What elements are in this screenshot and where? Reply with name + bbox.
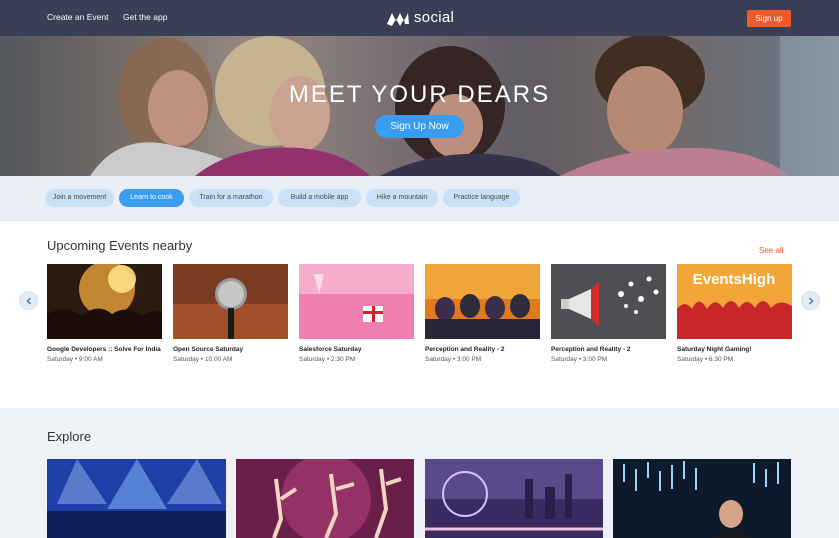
explore-tile-speaker[interactable] xyxy=(613,459,791,538)
logo-mark-icon xyxy=(387,12,409,26)
event-card[interactable]: EventsHigh Saturday Night Gaming! Saturd… xyxy=(677,264,792,363)
event-time: 3:00 PM xyxy=(456,356,482,363)
top-navigation-bar: Create an Event Get the app social Sign … xyxy=(0,0,839,36)
get-app-link[interactable]: Get the app xyxy=(123,12,167,22)
event-time: 6:30 PM xyxy=(708,356,734,363)
event-card[interactable]: Salesforce Saturday Saturday • 2:30 PM xyxy=(299,264,414,363)
event-time: 2:30 PM xyxy=(330,356,356,363)
event-image-dinner-table xyxy=(299,264,414,339)
event-card[interactable]: Perception and Reality - 2 Saturday • 3:… xyxy=(551,264,666,363)
see-all-link[interactable]: See all xyxy=(759,246,783,255)
event-day: Saturday xyxy=(299,356,326,363)
event-title: Saturday Night Gaming! xyxy=(677,346,752,353)
signup-button[interactable]: Sign up xyxy=(747,10,791,27)
event-datetime: Saturday • 3:00 PM xyxy=(425,356,482,363)
upcoming-title: Upcoming Events nearby xyxy=(47,238,193,253)
event-datetime: Saturday • 6:30 PM xyxy=(677,356,734,363)
event-title: Perception and Reality - 2 xyxy=(425,346,505,353)
chip-train-marathon[interactable]: Train for a marathon xyxy=(189,189,273,207)
explore-image-city-night xyxy=(425,459,603,538)
event-day: Saturday xyxy=(677,356,704,363)
event-image-audience xyxy=(425,264,540,339)
carousel-prev-button[interactable] xyxy=(19,291,38,310)
explore-image-concert xyxy=(47,459,226,538)
chip-join-movement[interactable]: Join a movement xyxy=(45,189,114,207)
logo[interactable]: social xyxy=(386,9,454,26)
event-time: 9:00 AM xyxy=(78,356,103,363)
event-card[interactable]: Perception and Reality - 2 Saturday • 3:… xyxy=(425,264,540,363)
event-time: 3:00 PM xyxy=(582,356,608,363)
explore-tile-concert[interactable] xyxy=(47,459,226,538)
chip-learn-to-cook[interactable]: Learn to cook xyxy=(119,189,184,207)
eventshigh-logo-text: EventsHigh xyxy=(693,271,776,288)
event-image-eventshigh: EventsHigh xyxy=(677,264,792,339)
event-time: 10:00 AM xyxy=(204,356,233,363)
explore-tile-city[interactable] xyxy=(425,459,603,538)
explore-title: Explore xyxy=(47,429,92,444)
chevron-right-icon xyxy=(808,296,814,305)
event-title: Salesforce Saturday xyxy=(299,346,362,353)
event-image-megaphone xyxy=(551,264,666,339)
hero-title: MEET YOUR DEARS xyxy=(288,81,551,108)
event-datetime: Saturday • 3:00 PM xyxy=(551,356,608,363)
event-card[interactable]: Google Developers :: Solve For India Sat… xyxy=(47,264,162,363)
event-day: Saturday xyxy=(173,356,200,363)
chip-build-mobile-app[interactable]: Build a mobile app xyxy=(278,189,361,207)
event-title: Google Developers :: Solve For India xyxy=(47,346,161,353)
chevron-left-icon xyxy=(25,296,31,305)
event-title: Perception and Reality - 2 xyxy=(551,346,631,353)
create-event-link[interactable]: Create an Event xyxy=(47,12,108,22)
interest-chips: Join a movement Learn to cook Train for … xyxy=(0,176,839,220)
explore-image-speaker xyxy=(613,459,791,538)
explore-tile-dance[interactable] xyxy=(236,459,414,538)
event-title: Open Source Saturday xyxy=(173,346,244,353)
upcoming-events-section: Upcoming Events nearby See all Google De… xyxy=(0,220,839,408)
event-day: Saturday xyxy=(47,356,74,363)
event-day: Saturday xyxy=(425,356,452,363)
event-datetime: Saturday • 10:00 AM xyxy=(173,356,233,363)
chip-practice-language[interactable]: Practice language xyxy=(443,189,520,207)
event-image-microphone xyxy=(173,264,288,339)
hero-banner: MEET YOUR DEARS Sign Up Now xyxy=(0,36,839,176)
logo-text: social xyxy=(414,9,455,26)
event-image-concert xyxy=(47,264,162,339)
event-datetime: Saturday • 9:00 AM xyxy=(47,356,103,363)
chip-hike-mountain[interactable]: Hike a mountain xyxy=(366,189,438,207)
event-day: Saturday xyxy=(551,356,578,363)
event-card[interactable]: Open Source Saturday Saturday • 10:00 AM xyxy=(173,264,288,363)
carousel-next-button[interactable] xyxy=(801,291,820,310)
event-datetime: Saturday • 2:30 PM xyxy=(299,356,356,363)
hero-signup-button[interactable]: Sign Up Now xyxy=(375,115,464,138)
explore-image-dance xyxy=(236,459,414,538)
